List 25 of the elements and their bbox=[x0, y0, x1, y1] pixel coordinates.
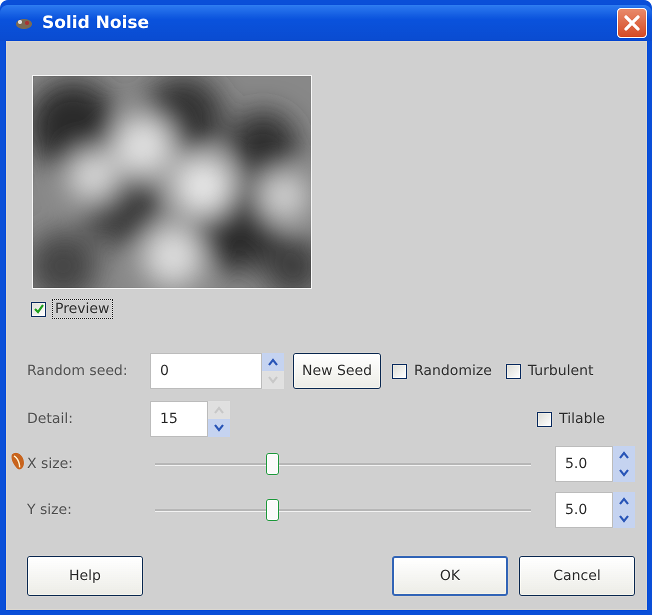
dialog-button[interactable]: OK bbox=[392, 556, 508, 596]
slider-label: Y size: bbox=[27, 502, 73, 518]
dialog-button[interactable]: Cancel bbox=[519, 556, 635, 596]
close-button[interactable] bbox=[617, 8, 647, 38]
checkbox[interactable] bbox=[506, 364, 521, 378]
field-label: Detail: bbox=[27, 411, 74, 427]
close-icon bbox=[622, 13, 642, 33]
checkbox[interactable] bbox=[392, 364, 407, 378]
field-label: Random seed: bbox=[27, 363, 129, 379]
number-field[interactable]: 5.0 bbox=[555, 446, 613, 482]
checkbox[interactable] bbox=[31, 302, 46, 316]
checkbox[interactable] bbox=[537, 412, 552, 426]
number-field[interactable]: 5.0 bbox=[555, 492, 613, 528]
dialog-button[interactable]: Help bbox=[27, 556, 143, 596]
slider-thumb[interactable] bbox=[266, 453, 279, 475]
checkbox-label[interactable]: Turbulent bbox=[528, 363, 594, 379]
number-field[interactable]: 0 bbox=[150, 353, 262, 389]
window-title: Solid Noise bbox=[42, 13, 150, 33]
checkbox-label[interactable]: Randomize bbox=[414, 363, 492, 379]
number-field[interactable]: 15 bbox=[150, 401, 208, 437]
new-seed-button[interactable]: New Seed bbox=[293, 353, 381, 389]
slider-label: X size: bbox=[27, 456, 74, 472]
checkbox-label[interactable]: Tilable bbox=[559, 411, 605, 427]
checkbox-label[interactable]: Preview bbox=[52, 299, 112, 319]
slider-thumb[interactable] bbox=[266, 499, 279, 521]
